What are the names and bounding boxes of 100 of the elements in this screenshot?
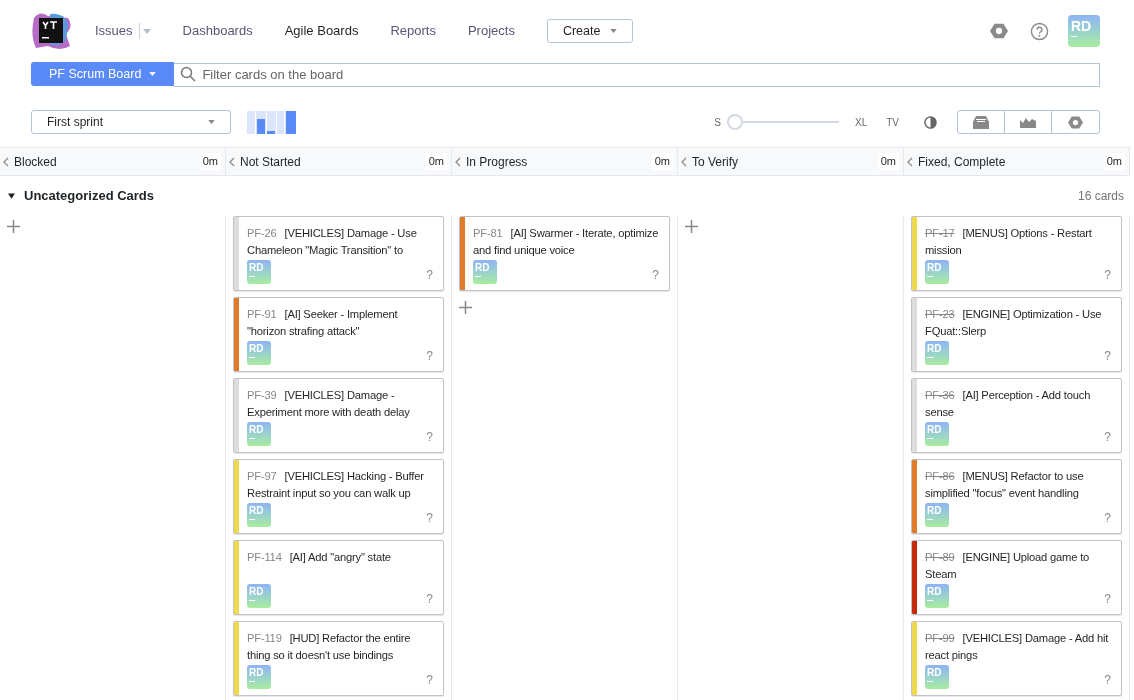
estimate[interactable]: ? <box>1104 428 1111 446</box>
issue-card[interactable]: PF-114 [AI] Add "angry" state RD ? <box>233 540 444 615</box>
user-avatar: RD <box>925 584 949 608</box>
caret-icon <box>208 120 215 124</box>
inbox-icon <box>973 115 989 129</box>
logo-icon[interactable] <box>30 10 72 52</box>
create-button[interactable]: Create <box>546 19 634 43</box>
contrast-icon[interactable] <box>924 115 937 129</box>
issue-title[interactable]: PF-26 [VEHICLES] Damage - Use Chameleon "Magic Transition" to <box>247 225 433 259</box>
user-avatar: RD <box>925 422 949 446</box>
issue-title[interactable]: PF-97 [VEHICLES] Hacking - Buffer Restraint input so you can walk up <box>247 468 433 502</box>
estimate[interactable]: ? <box>426 428 433 446</box>
add-card-icon[interactable] <box>685 220 698 233</box>
estimate[interactable]: ? <box>1104 266 1111 284</box>
issue-title[interactable]: PF-119 [HUD] Refactor the entire thing so it doesn't use bindings <box>247 630 433 664</box>
column-header[interactable]: To Verify 0m <box>678 148 904 175</box>
user-avatar: RD <box>247 341 271 365</box>
nav-link[interactable]: Dashboards <box>182 21 253 41</box>
search-icon <box>180 66 197 82</box>
estimate[interactable]: ? <box>426 590 433 608</box>
user-avatar: RD <box>247 260 271 284</box>
column-time: 0m <box>1103 153 1125 170</box>
add-card-icon[interactable] <box>459 301 472 314</box>
chevron-left-icon[interactable] <box>229 156 235 167</box>
chevron-left-icon[interactable] <box>3 156 9 167</box>
estimate[interactable]: ? <box>1104 590 1111 608</box>
size-slider[interactable] <box>727 114 839 130</box>
collapse-icon[interactable] <box>8 193 15 199</box>
chevron-left-icon[interactable] <box>907 156 913 167</box>
user-avatar: RD <box>247 503 271 527</box>
user-avatar: RD <box>247 665 271 689</box>
swimlane-title: Uncategorized Cards <box>24 187 155 206</box>
tv-mode-toggle[interactable]: TV <box>886 114 899 130</box>
column-title: Not Started <box>240 153 302 171</box>
issue-card[interactable]: PF-86 [MENUS] Refactor to use simplified "focus" event handling RD ? <box>911 459 1122 534</box>
add-card-icon[interactable] <box>7 220 20 233</box>
column-title: Blocked <box>14 153 58 171</box>
search-field[interactable]: Filter cards on the board <box>174 62 1100 87</box>
nav-link[interactable]: Projects <box>467 21 515 41</box>
size-label: S <box>714 115 721 130</box>
issue-title[interactable]: PF-86 [MENUS] Refactor to use simplified "focus" event handling <box>925 468 1111 502</box>
help-icon[interactable] <box>1030 21 1049 41</box>
estimate[interactable]: ? <box>1104 671 1111 689</box>
nav-link[interactable]: Issues <box>95 21 133 41</box>
issue-card[interactable]: PF-89 [ENGINE] Upload game to Steam RD ? <box>911 540 1122 615</box>
issue-title[interactable]: PF-17 [MENUS] Options - Restart mission <box>925 225 1111 259</box>
settings-icon <box>1068 114 1083 130</box>
user-avatar: RD <box>925 341 949 365</box>
caret-icon <box>610 29 618 33</box>
issue-card[interactable]: PF-23 [ENGINE] Optimization - Use FQuat::Slerp RD ? <box>911 297 1122 372</box>
issue-card[interactable]: PF-119 [HUD] Refactor the entire thing so it doesn't use bindings RD ? <box>233 621 444 696</box>
issue-card[interactable]: PF-39 [VEHICLES] Damage - Experiment more with death delay RD ? <box>233 378 444 453</box>
caret-icon[interactable] <box>142 28 151 34</box>
column-header[interactable]: Blocked 0m <box>0 148 226 175</box>
burndown-chart-icon[interactable] <box>247 110 296 134</box>
issue-card[interactable]: PF-26 [VEHICLES] Damage - Use Chameleon "Magic Transition" to RD ? <box>233 216 444 291</box>
estimate[interactable]: ? <box>1104 509 1111 527</box>
estimate[interactable]: ? <box>426 509 433 527</box>
column-time: 0m <box>877 153 899 170</box>
issue-card[interactable]: PF-81 [AI] Swarmer - Iterate, optimize and find unique voice RD ? <box>459 216 670 291</box>
issue-card[interactable]: PF-99 [VEHICLES] Damage - Add hit react pings RD ? <box>911 621 1122 696</box>
caret-icon <box>149 72 157 76</box>
settings-icon <box>990 22 1008 40</box>
user-avatar: RD <box>925 665 949 689</box>
column-time: 0m <box>425 153 447 170</box>
column-header[interactable]: Fixed, Complete 0m <box>904 148 1130 175</box>
user-avatar: RD <box>473 260 497 284</box>
column-time: 0m <box>199 153 221 170</box>
user-avatar: RD <box>247 584 271 608</box>
estimate[interactable]: ? <box>426 671 433 689</box>
issue-title[interactable]: PF-81 [AI] Swarmer - Iterate, optimize and find unique voice <box>473 225 659 259</box>
chevron-left-icon[interactable] <box>455 156 461 167</box>
column-header[interactable]: Not Started 0m <box>226 148 452 175</box>
issue-title[interactable]: PF-114 [AI] Add "angry" state <box>247 549 433 583</box>
nav-link[interactable]: Agile Boards <box>284 21 359 41</box>
column-title: Fixed, Complete <box>918 153 1007 171</box>
estimate[interactable]: ? <box>1104 347 1111 365</box>
issue-title[interactable]: PF-91 [AI] Seeker - Implement "horizon strafing attack" <box>247 306 433 340</box>
user-avatar: RD <box>247 422 271 446</box>
sprint-dropdown[interactable]: First sprint <box>31 110 231 134</box>
estimate[interactable]: ? <box>426 347 433 365</box>
issue-title[interactable]: PF-99 [VEHICLES] Damage - Add hit react pings <box>925 630 1111 664</box>
issue-card[interactable]: PF-97 [VEHICLES] Hacking - Buffer Restraint input so you can walk up RD ? <box>233 459 444 534</box>
issue-card[interactable]: PF-91 [AI] Seeker - Implement "horizon strafing attack" RD ? <box>233 297 444 372</box>
issue-title[interactable]: PF-23 [ENGINE] Optimization - Use FQuat::Slerp <box>925 306 1111 340</box>
column-title: To Verify <box>692 153 740 171</box>
estimate[interactable]: ? <box>652 266 659 284</box>
size-label: XL <box>855 115 868 130</box>
column-header[interactable]: In Progress 0m <box>452 148 678 175</box>
nav-link[interactable]: Reports <box>390 21 436 41</box>
issue-card[interactable]: PF-17 [MENUS] Options - Restart mission RD ? <box>911 216 1122 291</box>
estimate[interactable]: ? <box>426 266 433 284</box>
issue-title[interactable]: PF-36 [AI] Perception - Add touch sense <box>925 387 1111 421</box>
issue-card[interactable]: PF-36 [AI] Perception - Add touch sense RD ? <box>911 378 1122 453</box>
user-avatar: RD <box>925 503 949 527</box>
issue-title[interactable]: PF-39 [VEHICLES] Damage - Experiment more with death delay <box>247 387 433 421</box>
issue-title[interactable]: PF-89 [ENGINE] Upload game to Steam <box>925 549 1111 583</box>
column-title: In Progress <box>466 153 529 171</box>
chevron-left-icon[interactable] <box>681 156 687 167</box>
column-time: 0m <box>651 153 673 170</box>
